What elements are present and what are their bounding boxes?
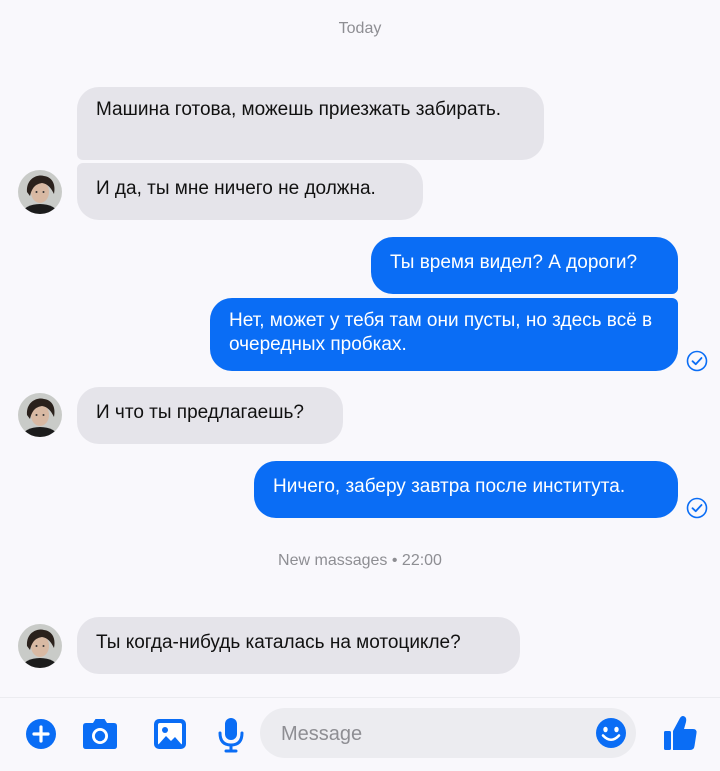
like-button[interactable] [662,714,698,752]
incoming-message[interactable]: И да, ты мне ничего не должна. [77,163,423,220]
camera-icon [83,719,117,749]
date-separator: Today [338,20,382,37]
plus-icon [26,719,56,749]
new-messages-separator: New massages • 22:00 [278,552,442,569]
emoji-icon[interactable] [594,716,628,750]
message-input[interactable] [279,718,583,750]
message-composer [0,697,720,771]
contact-avatar[interactable] [18,624,62,668]
incoming-message[interactable]: Ты когда-нибудь каталась на мотоцикле? [77,617,520,674]
outgoing-message[interactable]: Ты время видел? А дороги? [371,237,678,294]
seen-check-icon [686,350,708,372]
image-icon [154,719,186,749]
add-button[interactable] [24,717,58,751]
incoming-message[interactable]: Машина готова, можешь приезжать забирать… [77,87,544,160]
gallery-button[interactable] [152,717,188,751]
camera-button[interactable] [80,716,120,752]
contact-avatar[interactable] [18,393,62,437]
voice-button[interactable] [216,716,246,754]
microphone-icon [218,718,244,753]
outgoing-message[interactable]: Ничего, заберу завтра после института. [254,461,678,518]
contact-avatar[interactable] [18,170,62,214]
message-field[interactable] [260,708,636,758]
incoming-message[interactable]: И что ты предлагаешь? [77,387,343,444]
seen-check-icon [686,497,708,519]
outgoing-message[interactable]: Нет, может у тебя там они пусты, но здес… [210,298,678,371]
thumbs-up-icon [664,716,697,750]
